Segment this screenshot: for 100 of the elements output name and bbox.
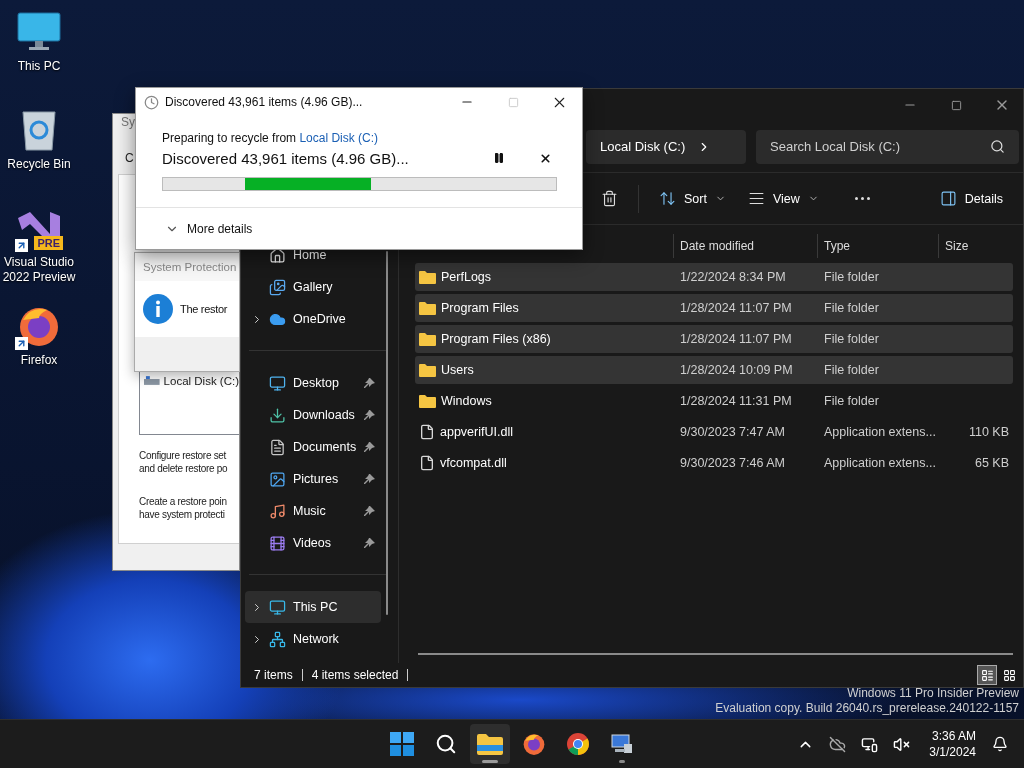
date-cell-text: 1/28/2024 10:09 PM (679, 363, 794, 377)
file-name: Program Files (x86) (441, 332, 551, 346)
description-text: have system protecti (139, 508, 225, 521)
tab[interactable]: C (125, 150, 134, 166)
film-icon (269, 534, 286, 552)
column-header[interactable]: Size (938, 234, 1013, 258)
status-text: 4 items selected (311, 669, 409, 681)
description-text: and delete restore po (139, 462, 228, 475)
sidebar-item[interactable]: Documents (245, 431, 381, 463)
speaker-muted-icon (892, 735, 910, 753)
trash-icon (601, 190, 618, 207)
pause-icon (493, 152, 505, 164)
sidebar-item[interactable]: Videos (245, 527, 381, 559)
monitor-icon (17, 12, 61, 52)
network-icon (269, 630, 286, 648)
desktop-icon-label[interactable]: Recycle Bin (0, 157, 78, 172)
clock-date[interactable]: 3/1/2024 (929, 744, 976, 760)
download-icon (269, 406, 286, 424)
details-view-button[interactable] (977, 665, 997, 685)
music-note-icon (269, 502, 286, 520)
file-row[interactable]: appverifUI.dll 9/30/2023 7:47 AM Application extens... 110 KB (415, 418, 1013, 446)
badge: PRE (34, 236, 63, 250)
clock-time[interactable]: 3:36 AM (931, 728, 976, 744)
folder-icon (419, 270, 436, 284)
pin-icon (364, 505, 375, 517)
devices-icon (860, 735, 878, 753)
file-name: appverifUI.dll (440, 425, 513, 439)
sidebar-item[interactable]: Network (245, 623, 381, 655)
folder-icon (419, 332, 436, 346)
images-icon (269, 278, 286, 296)
file-icon (419, 455, 435, 471)
sidebar-item[interactable]: Pictures (245, 463, 381, 495)
info-icon (143, 294, 173, 324)
sidebar-item[interactable]: Desktop (245, 367, 381, 399)
view-button[interactable]: View (739, 181, 827, 216)
monitor-icon (269, 598, 286, 616)
type-cell-text: Application extens... (823, 456, 937, 470)
list-item[interactable]: Local Disk (C:) (144, 375, 239, 387)
shortcut-arrow-icon (15, 239, 28, 252)
file-row[interactable]: Program Files 1/28/2024 11:07 PM File folder (415, 294, 1013, 322)
size-cell-text: 65 KB (973, 456, 1010, 470)
panel-icon (939, 190, 957, 207)
pin-icon (364, 377, 375, 389)
sidebar-item[interactable]: Gallery (245, 271, 381, 303)
description-text: Create a restore poin (139, 495, 227, 508)
more-icon (854, 197, 870, 200)
sidebar-item[interactable]: Music (245, 495, 381, 527)
file-name: Users (441, 363, 474, 377)
monitor-icon (269, 374, 286, 392)
pin-icon (364, 409, 375, 421)
file-row[interactable]: Windows 1/28/2024 11:31 PM File folder (415, 387, 1013, 415)
type-cell-text: File folder (823, 301, 880, 315)
details-button[interactable]: Details (931, 181, 1011, 216)
firefox-logo-icon (522, 732, 546, 756)
file-name: vfcompat.dll (440, 456, 507, 470)
drive-icon (144, 376, 160, 386)
file-icon (419, 424, 435, 440)
sidebar-item[interactable]: This PC (245, 591, 381, 623)
maximize-icon (950, 99, 962, 111)
file-row[interactable]: PerfLogs 1/22/2024 8:34 PM File folder (415, 263, 1013, 291)
shortcut-arrow-icon (15, 337, 28, 350)
search-icon (990, 138, 1005, 154)
breadcrumb[interactable]: Local Disk (C:) (586, 129, 746, 164)
folder-icon (419, 363, 436, 377)
column-header[interactable]: Date modified (673, 234, 817, 258)
column-header[interactable]: Type (817, 234, 938, 258)
type-cell-text: File folder (823, 270, 880, 284)
size-cell-text: 110 KB (967, 425, 1010, 439)
pin-icon (364, 473, 375, 485)
lines-icon (747, 190, 765, 207)
close-icon (538, 151, 552, 165)
drive-link[interactable]: Local Disk (C:) (299, 131, 379, 145)
search-field[interactable]: Search Local Disk (C:) (756, 129, 1019, 164)
file-name: Windows (441, 394, 492, 408)
sort-button[interactable]: Sort (651, 181, 734, 216)
type-cell-text: File folder (823, 394, 880, 408)
folder-icon (419, 394, 436, 408)
folder-icon (419, 301, 436, 315)
file-row[interactable]: Users 1/28/2024 10:09 PM File folder (415, 356, 1013, 384)
sidebar-item[interactable]: OneDrive (245, 303, 381, 335)
window-title: Sy (121, 115, 135, 129)
dialog-title: System Protection (135, 253, 239, 281)
grid-icon (1002, 668, 1016, 682)
file-row[interactable]: Program Files (x86) 1/28/2024 11:07 PM File folder (415, 325, 1013, 353)
desktop-icon-label[interactable]: Firefox (0, 353, 78, 368)
computer-icon (610, 732, 634, 756)
maximize-icon (507, 96, 519, 108)
folder-icon (477, 733, 503, 755)
desktop-icon-label[interactable]: Visual Studio 2022 Preview (0, 255, 78, 285)
evaluation-text: Evaluation copy. Build 26040.rs_prerelease.240122-1157 (715, 701, 1019, 716)
pin-icon (364, 441, 375, 453)
bell-icon (992, 736, 1008, 752)
recycle-bin-icon (21, 108, 57, 152)
description-text: Configure restore set (139, 449, 227, 462)
sidebar-item[interactable]: Downloads (245, 399, 381, 431)
taskbar-button[interactable] (470, 724, 510, 764)
file-row[interactable]: vfcompat.dll 9/30/2023 7:46 AM Application extens... 65 KB (415, 449, 1013, 477)
more-details-button[interactable]: More details (136, 208, 253, 249)
type-cell-text: File folder (823, 332, 880, 346)
desktop-icon-label[interactable]: This PC (0, 59, 78, 74)
